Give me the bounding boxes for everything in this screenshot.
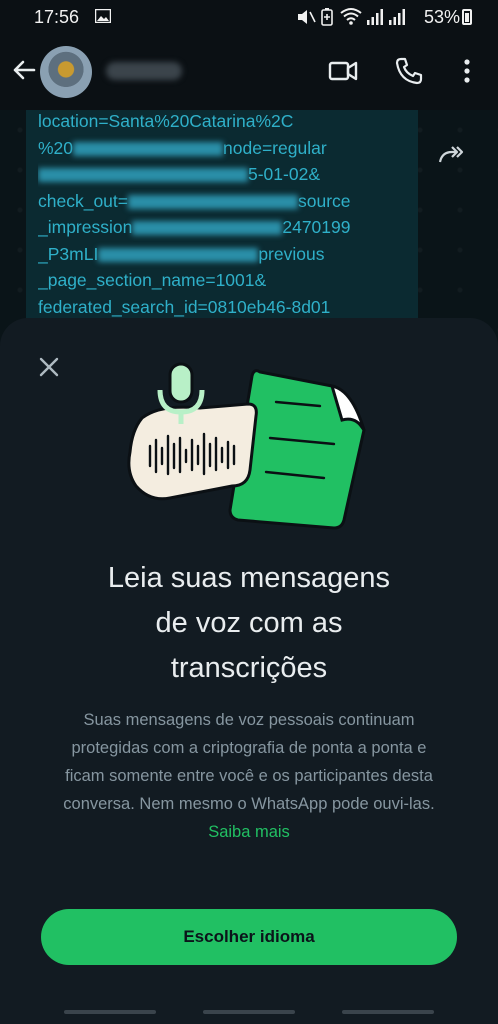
contact-name[interactable] [106, 62, 182, 80]
wifi-icon [340, 8, 362, 25]
voice-call-icon[interactable] [394, 56, 424, 86]
message-line: %20 [38, 137, 74, 158]
voice-transcription-illustration [127, 362, 366, 530]
back-arrow-icon[interactable] [10, 56, 38, 84]
sheet-title: Leia suas mensagens de voz com as transc… [40, 556, 458, 691]
message-line: check_out= [38, 190, 128, 211]
message-fragment: node=regular [223, 137, 327, 158]
forward-icon[interactable] [436, 140, 466, 170]
learn-more-link[interactable]: Saiba mais [208, 823, 290, 841]
status-time: 17:56 [34, 7, 80, 27]
message-line: location=Santa%20Catarina%2C [38, 111, 294, 131]
mute-icon [298, 10, 316, 24]
battery-percent: 53% [423, 7, 460, 27]
message-fragment: previous [258, 243, 325, 264]
nav-handle [203, 1010, 295, 1014]
message-fragment: 2470199 [282, 217, 351, 237]
chat-header [0, 34, 498, 110]
message-fragment: source [298, 190, 351, 211]
nav-handle [64, 1010, 156, 1014]
gallery-notification-icon [95, 9, 111, 23]
system-navigation-bar [0, 1004, 498, 1024]
message-line: federated_search_id=0810eb46-8d01 [38, 296, 331, 317]
message-fragment: 5-01-02& [248, 164, 320, 184]
message-text: location=Santa%20Catarina%2C %20 node=reg… [38, 108, 408, 320]
speech-bubble-icon [127, 402, 258, 501]
message-line: _P3mLI [38, 243, 99, 264]
message-line: _impression [38, 217, 133, 237]
nav-handle [342, 1010, 434, 1014]
more-vertical-icon[interactable] [452, 56, 482, 86]
sheet-title-line: de voz com as [155, 607, 343, 639]
signal-icon [367, 9, 383, 25]
description-text: Suas mensagens de voz pessoais continuam… [63, 711, 435, 813]
sheet-title-line: Leia suas mensagens [107, 562, 391, 594]
battery-saver-icon [321, 8, 333, 26]
status-bar: 17:56 53% [0, 0, 498, 34]
sheet-description: Suas mensagens de voz pessoais continuam… [60, 706, 438, 846]
choose-language-button[interactable]: Escolher idioma [41, 909, 457, 965]
close-icon[interactable] [36, 354, 62, 380]
video-call-icon[interactable] [328, 56, 358, 86]
signal-icon-2 [389, 9, 405, 25]
avatar[interactable] [40, 46, 92, 98]
sheet-title-line: transcrições [170, 652, 328, 684]
battery-icon [462, 9, 472, 25]
message-line: _page_section_name=1001& [38, 270, 267, 290]
